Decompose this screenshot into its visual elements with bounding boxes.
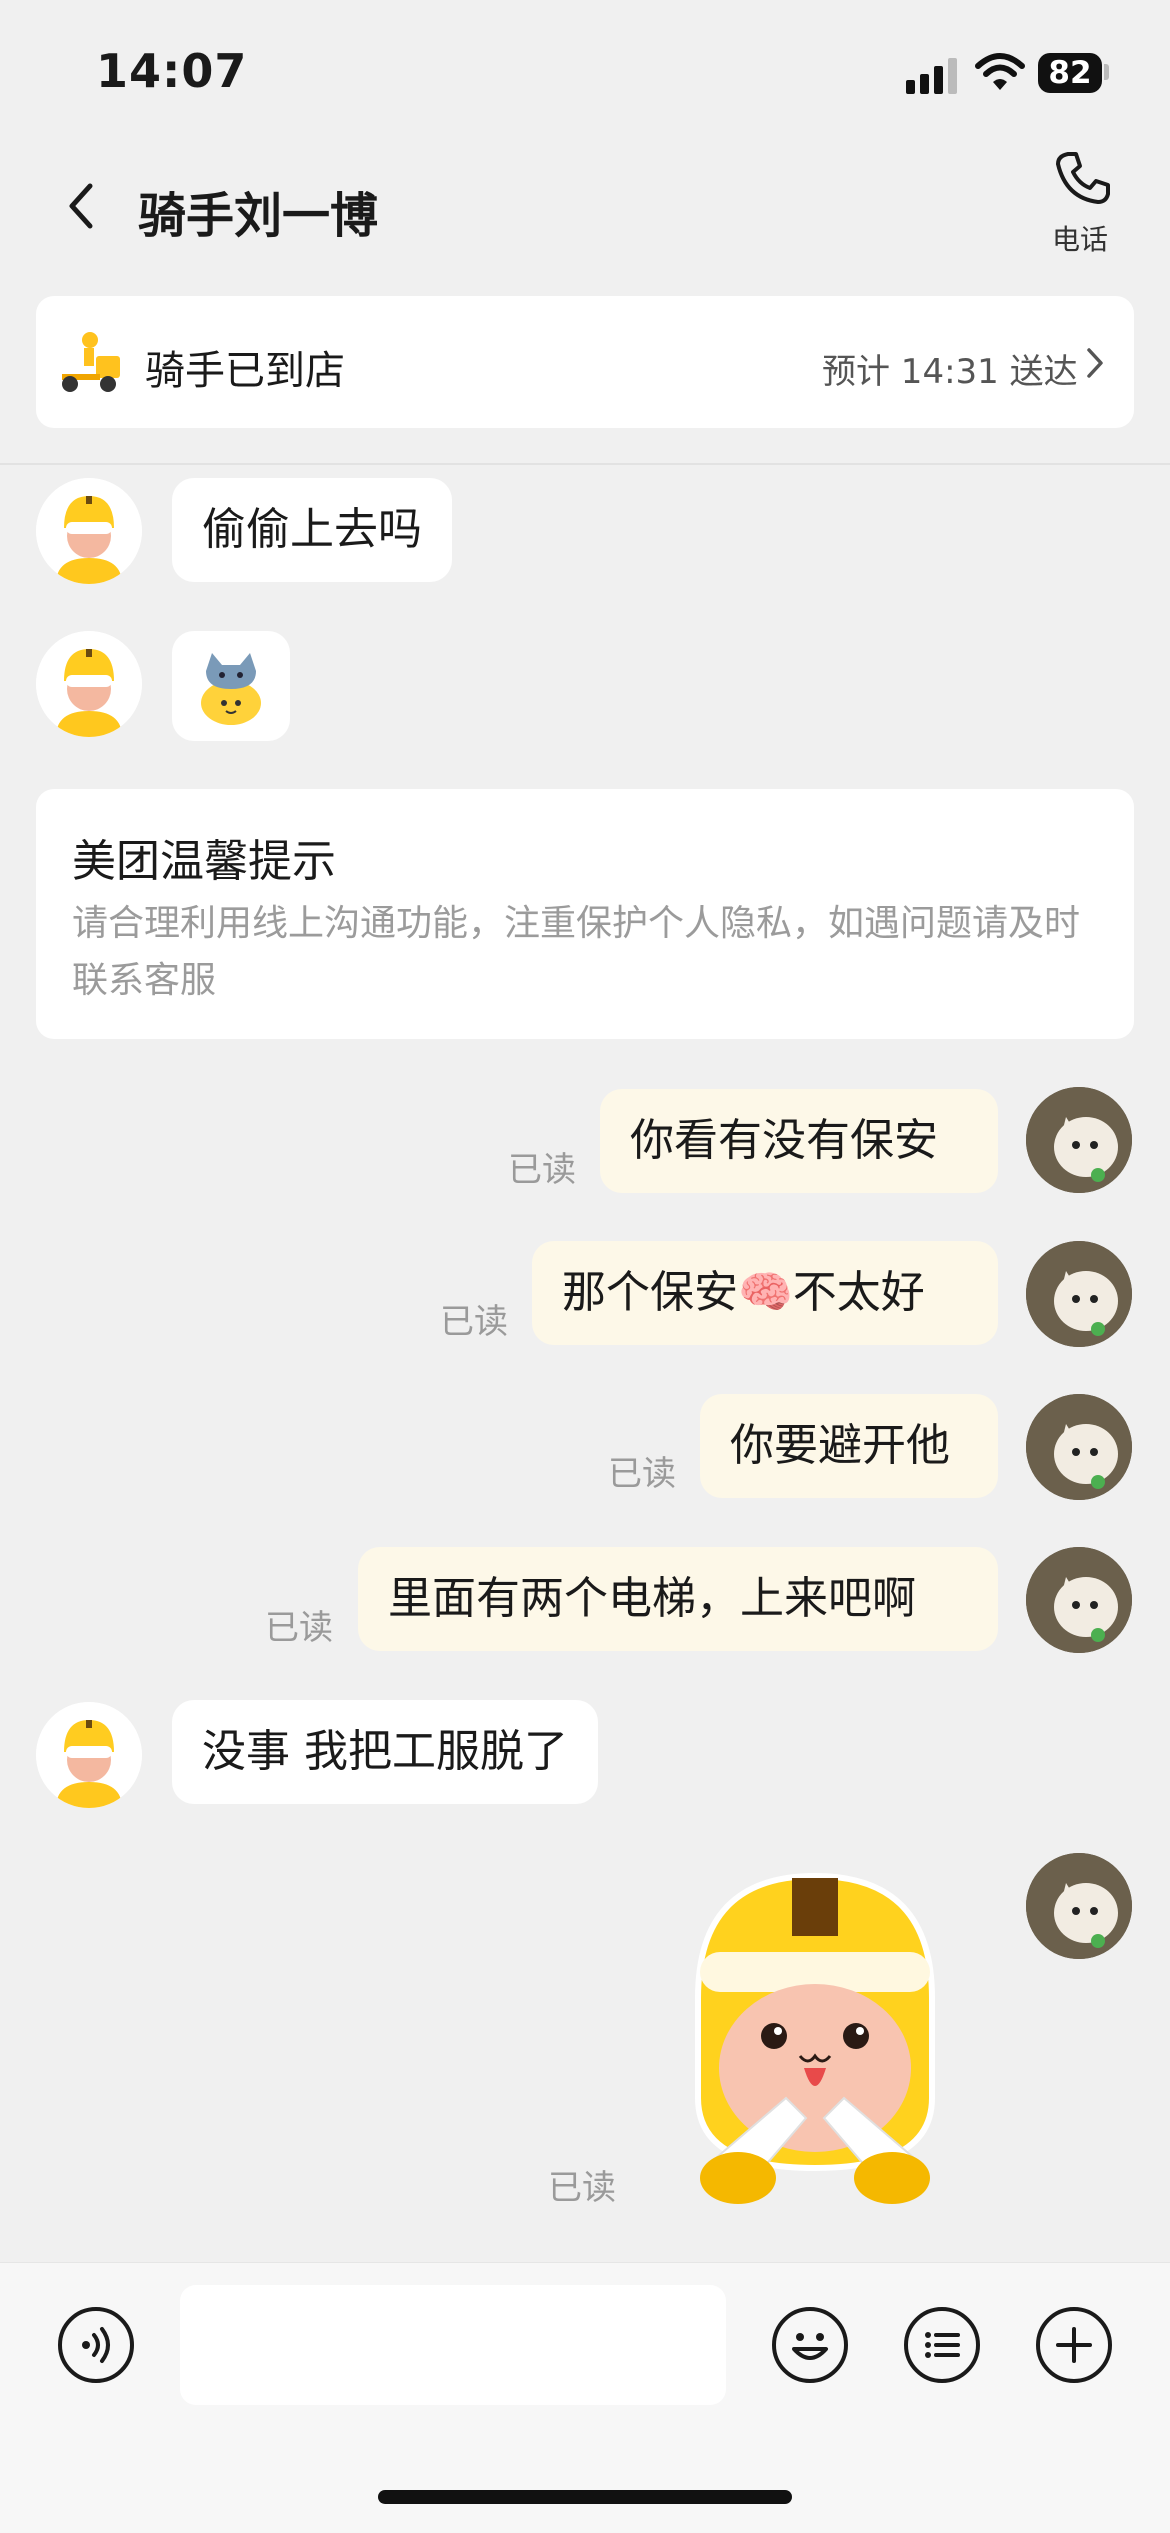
wifi-icon xyxy=(975,53,1025,90)
user-avatar[interactable] xyxy=(1026,1087,1132,1193)
read-receipt: 已读 xyxy=(265,1608,333,1648)
voice-icon xyxy=(82,2327,110,2363)
user-avatar[interactable] xyxy=(1026,1853,1132,1959)
eta-text: 预计 14:31 送达 xyxy=(822,352,1078,392)
rider-avatar[interactable] xyxy=(36,478,142,584)
user-avatar[interactable] xyxy=(1026,1394,1132,1500)
read-receipt: 已读 xyxy=(608,1454,676,1494)
call-label[interactable]: 电话 xyxy=(1052,218,1108,258)
chevron-right-icon xyxy=(1087,348,1103,378)
cat-sticker-icon xyxy=(201,653,261,725)
phone-icon[interactable] xyxy=(1052,148,1112,208)
notice-title: 美团温馨提示 xyxy=(72,836,336,887)
user-message-bubble[interactable]: 你要避开他 xyxy=(700,1394,998,1498)
quick-reply-button[interactable] xyxy=(904,2307,980,2383)
page-title: 骑手刘一博 xyxy=(138,188,379,244)
rider-avatar[interactable] xyxy=(36,1702,142,1808)
read-receipt: 已读 xyxy=(508,1150,576,1190)
add-button[interactable] xyxy=(1036,2307,1112,2383)
notice-body: 请合理利用线上沟通功能，注重保护个人隐私，如遇问题请及时联系客服 xyxy=(72,903,1081,1001)
user-message-bubble[interactable]: 里面有两个电梯，上来吧啊 xyxy=(358,1547,998,1651)
rider-scooter-icon xyxy=(62,332,120,392)
smiley-icon xyxy=(792,2333,828,2360)
rider-message-bubble[interactable]: 偷偷上去吗 xyxy=(172,478,452,582)
read-receipt: 已读 xyxy=(548,2168,616,2208)
rider-sticker-bubble[interactable] xyxy=(172,631,290,741)
battery-tip xyxy=(1104,64,1109,80)
brain-emoji: 🧠 xyxy=(738,1267,793,1318)
user-avatar[interactable] xyxy=(1026,1547,1132,1653)
user-message-bubble[interactable]: 那个保安🧠不太好 xyxy=(532,1241,998,1345)
emoji-button[interactable] xyxy=(772,2307,848,2383)
user-avatar[interactable] xyxy=(1026,1241,1132,1347)
message-input[interactable] xyxy=(180,2285,726,2405)
list-icon xyxy=(925,2332,960,2358)
voice-button[interactable] xyxy=(58,2307,134,2383)
rider-status-text: 骑手已到店 xyxy=(145,348,345,394)
back-chevron-icon[interactable] xyxy=(62,180,98,232)
header-divider xyxy=(0,463,1170,465)
rider-avatar[interactable] xyxy=(36,631,142,737)
message-text: 不太好 xyxy=(792,1267,925,1318)
meituan-rider-sticker-icon[interactable] xyxy=(676,1868,954,2212)
read-receipt: 已读 xyxy=(440,1302,508,1342)
cellular-signal-icon xyxy=(906,56,958,94)
plus-icon xyxy=(1056,2327,1092,2363)
battery-icon: 82 xyxy=(1038,53,1102,93)
user-message-bubble[interactable]: 你看有没有保安 xyxy=(600,1089,998,1193)
message-text: 那个保安 xyxy=(562,1267,738,1318)
home-indicator xyxy=(378,2490,792,2504)
rider-message-bubble[interactable]: 没事 我把工服脱了 xyxy=(172,1700,598,1804)
status-time: 14:07 xyxy=(96,44,248,98)
